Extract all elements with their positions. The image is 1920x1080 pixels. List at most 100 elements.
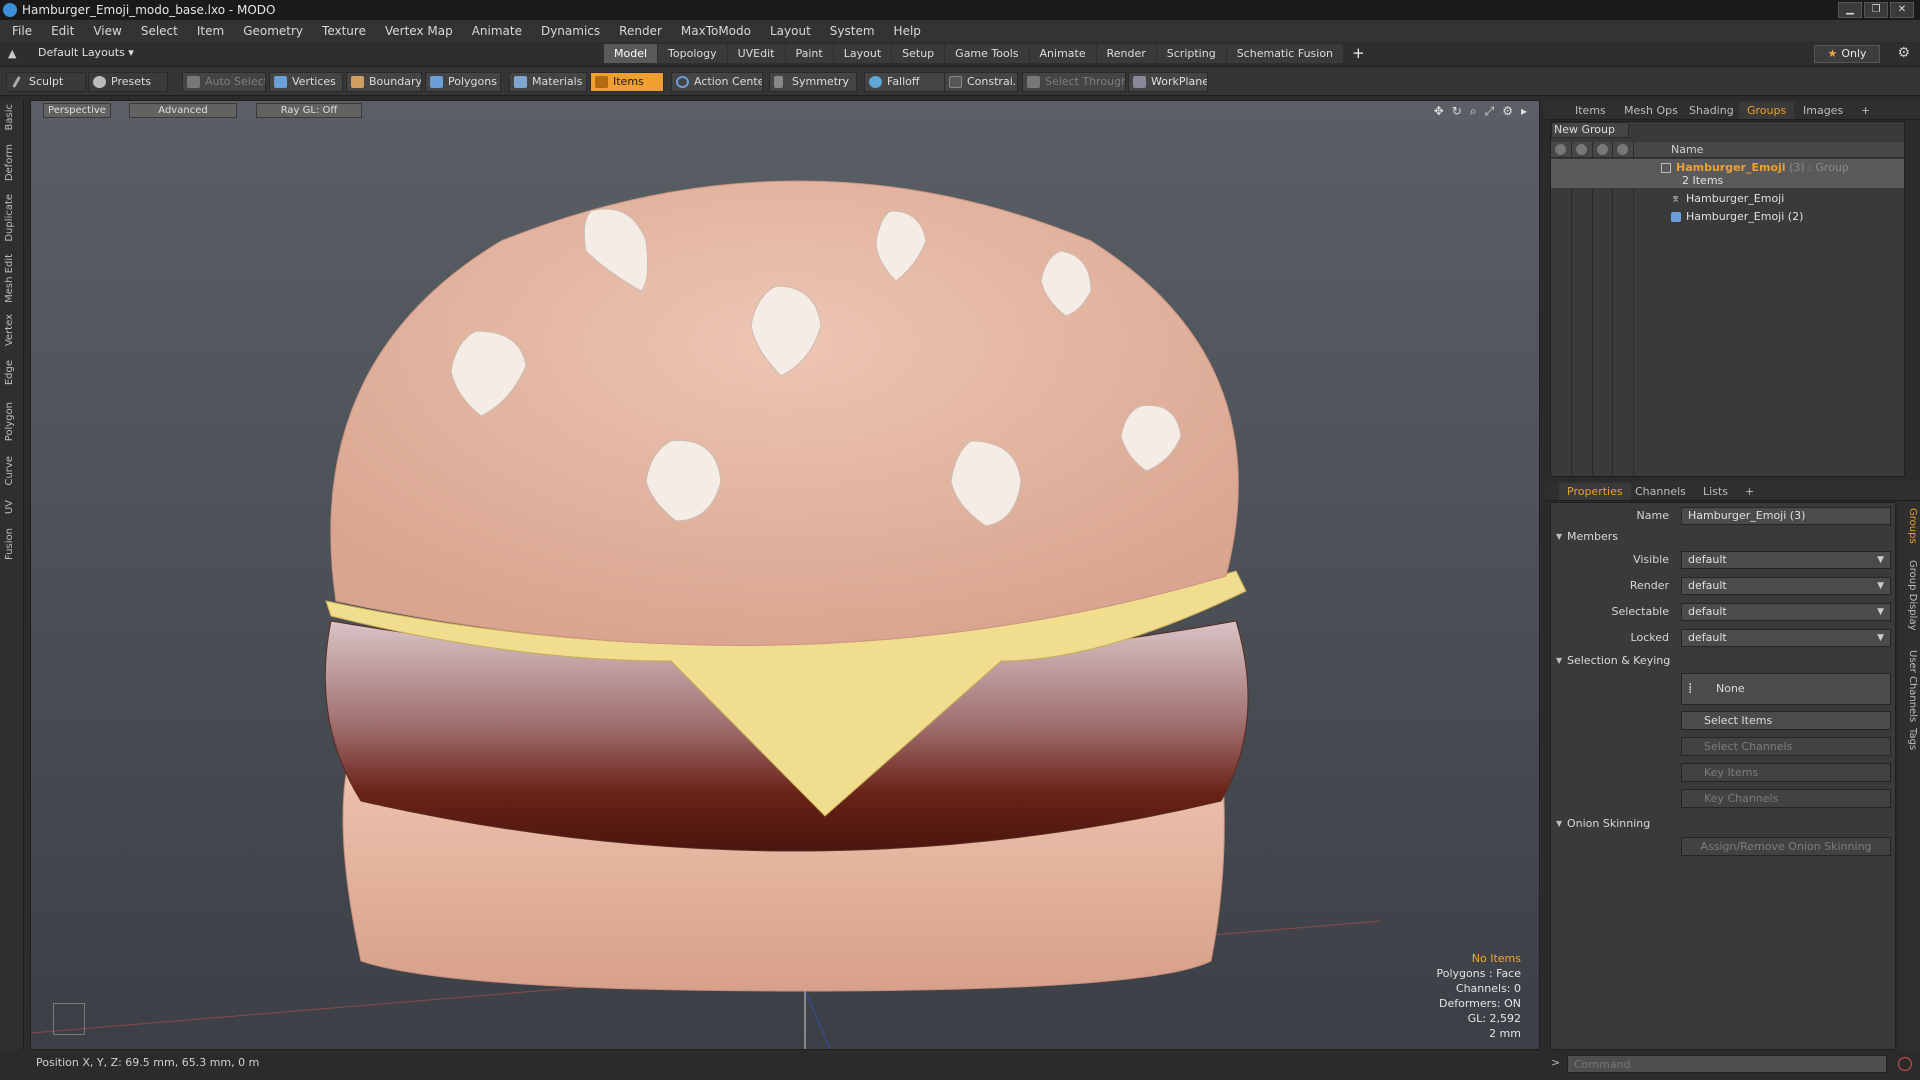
selection-keying-section[interactable]: ▼ Selection & Keying bbox=[1551, 652, 1895, 670]
tab-animate[interactable]: Animate bbox=[1029, 44, 1096, 63]
tab-setup[interactable]: Setup bbox=[892, 44, 945, 63]
tab-game-tools[interactable]: Game Tools bbox=[945, 44, 1029, 63]
side-tab-tags[interactable]: Tags bbox=[1902, 728, 1918, 750]
tab-images[interactable]: Images bbox=[1795, 102, 1851, 119]
zoom-icon[interactable]: ⌕ bbox=[1470, 104, 1477, 119]
menu-file[interactable]: File bbox=[12, 24, 32, 38]
side-tab-groups[interactable]: Groups bbox=[1902, 508, 1918, 544]
left-tab-edge[interactable]: Edge bbox=[4, 360, 20, 385]
maximize-icon[interactable]: ❐ bbox=[1864, 2, 1888, 18]
tab-layout[interactable]: Layout bbox=[833, 44, 892, 63]
materials-button[interactable]: Materials bbox=[509, 72, 587, 92]
menu-system[interactable]: System bbox=[830, 24, 875, 38]
boundary-button[interactable]: Boundary bbox=[346, 72, 422, 92]
add-tab-button[interactable]: + bbox=[1344, 44, 1373, 63]
symmetry-button[interactable]: Symmetry bbox=[769, 72, 857, 92]
render-dropdown[interactable]: default ▼ bbox=[1681, 577, 1891, 595]
select-channels-button[interactable]: Select Channels bbox=[1681, 737, 1891, 756]
vertices-button[interactable]: Vertices bbox=[269, 72, 343, 92]
left-tab-deform[interactable]: Deform bbox=[4, 144, 20, 181]
menu-help[interactable]: Help bbox=[894, 24, 921, 38]
advanced-button[interactable]: Advanced bbox=[129, 103, 237, 118]
pan-icon[interactable]: ✥ bbox=[1434, 104, 1444, 119]
menu-dynamics[interactable]: Dynamics bbox=[541, 24, 600, 38]
select-items-button[interactable]: Select Items bbox=[1681, 711, 1891, 730]
select-through-button[interactable]: Select Through bbox=[1022, 72, 1126, 92]
gear-icon[interactable]: ⚙ bbox=[1897, 45, 1910, 61]
close-icon[interactable]: ✕ bbox=[1890, 2, 1914, 18]
visible-dropdown[interactable]: default ▼ bbox=[1681, 551, 1891, 569]
left-tab-vertex[interactable]: Vertex bbox=[4, 314, 20, 346]
minimize-icon[interactable]: ▁ bbox=[1838, 2, 1862, 18]
items-button[interactable]: Items bbox=[590, 72, 664, 92]
auto-select-button[interactable]: Auto Select bbox=[182, 72, 266, 92]
sculpt-button[interactable]: Sculpt bbox=[6, 72, 86, 92]
list-item[interactable]: Hamburger_Emoji (2) bbox=[1551, 208, 1904, 226]
left-tab-mesh-edit[interactable]: Mesh Edit bbox=[4, 254, 20, 303]
left-tab-fusion[interactable]: Fusion bbox=[4, 528, 20, 560]
fit-icon[interactable]: ⤢ bbox=[1485, 104, 1495, 119]
tab-topology[interactable]: Topology bbox=[658, 44, 727, 63]
constraints-button[interactable]: Constrai... bbox=[944, 72, 1018, 92]
rotate-icon[interactable]: ↻ bbox=[1452, 104, 1462, 119]
add-properties-tab-icon[interactable]: + bbox=[1737, 483, 1762, 500]
tab-lists[interactable]: Lists bbox=[1695, 483, 1736, 500]
viewport-settings-icon[interactable]: ⚙ bbox=[1502, 104, 1513, 119]
menu-geometry[interactable]: Geometry bbox=[243, 24, 303, 38]
left-tab-uv[interactable]: UV bbox=[4, 500, 20, 514]
raygl-button[interactable]: Ray GL: Off bbox=[256, 103, 362, 118]
tab-properties[interactable]: Properties bbox=[1559, 483, 1631, 500]
tab-channels[interactable]: Channels bbox=[1627, 483, 1694, 500]
onion-skinning-button[interactable]: Assign/Remove Onion Skinning bbox=[1681, 837, 1891, 856]
falloff-button[interactable]: Falloff bbox=[864, 72, 946, 92]
onion-skinning-section[interactable]: ▼ Onion Skinning bbox=[1551, 815, 1895, 833]
tab-schematic-fusion[interactable]: Schematic Fusion bbox=[1226, 44, 1344, 63]
menu-view[interactable]: View bbox=[93, 24, 121, 38]
menu-edit[interactable]: Edit bbox=[51, 24, 74, 38]
menu-select[interactable]: Select bbox=[141, 24, 178, 38]
tab-scripting[interactable]: Scripting bbox=[1156, 44, 1226, 63]
presets-button[interactable]: Presets bbox=[88, 72, 168, 92]
side-tab-user-channels[interactable]: User Channels bbox=[1902, 650, 1918, 722]
selectable-dropdown[interactable]: default ▼ bbox=[1681, 603, 1891, 621]
menu-item[interactable]: Item bbox=[197, 24, 224, 38]
action-center-button[interactable]: Action Center bbox=[671, 72, 763, 92]
3d-viewport[interactable]: Perspective Advanced Ray GL: Off ✥ ↻ ⌕ ⤢… bbox=[30, 100, 1540, 1050]
command-input[interactable] bbox=[1567, 1055, 1887, 1073]
name-field[interactable]: Hamburger_Emoji (3) bbox=[1681, 507, 1891, 525]
polygons-button[interactable]: Polygons bbox=[425, 72, 501, 92]
menu-vertex-map[interactable]: Vertex Map bbox=[385, 24, 453, 38]
workplane-button[interactable]: WorkPlane bbox=[1128, 72, 1208, 92]
expand-arrow-icon[interactable]: ▸ bbox=[1521, 104, 1527, 119]
tab-shading[interactable]: Shading bbox=[1681, 102, 1742, 119]
layouts-dropdown[interactable]: Default Layouts ▾ bbox=[38, 46, 134, 59]
tab-render[interactable]: Render bbox=[1096, 44, 1156, 63]
side-tab-group-display[interactable]: Group Display bbox=[1902, 560, 1918, 630]
tab-items[interactable]: Items bbox=[1567, 102, 1614, 119]
menu-animate[interactable]: Animate bbox=[472, 24, 522, 38]
new-group-button[interactable]: New Group bbox=[1551, 122, 1629, 138]
tab-model[interactable]: Model bbox=[604, 44, 658, 63]
add-panel-tab-icon[interactable]: + bbox=[1853, 102, 1878, 119]
menu-maxtomodo[interactable]: MaxToModo bbox=[681, 24, 751, 38]
menu-texture[interactable]: Texture bbox=[322, 24, 366, 38]
tab-groups[interactable]: Groups bbox=[1739, 102, 1795, 119]
left-tab-polygon[interactable]: Polygon bbox=[4, 402, 20, 441]
tab-mesh-ops[interactable]: Mesh Ops bbox=[1616, 102, 1686, 119]
tab-uvedit[interactable]: UVEdit bbox=[727, 44, 785, 63]
key-channels-button[interactable]: Key Channels bbox=[1681, 789, 1891, 808]
tab-paint[interactable]: Paint bbox=[785, 44, 833, 63]
left-tab-curve[interactable]: Curve bbox=[4, 456, 20, 486]
list-item[interactable]: ⌆ Hamburger_Emoji bbox=[1551, 190, 1904, 208]
none-button[interactable]: ⁞ None bbox=[1681, 673, 1891, 705]
locked-dropdown[interactable]: default ▼ bbox=[1681, 629, 1891, 647]
left-tab-duplicate[interactable]: Duplicate bbox=[4, 194, 20, 242]
layout-arrow-icon[interactable]: ▲ bbox=[8, 48, 20, 60]
members-section[interactable]: ▼ Members bbox=[1551, 528, 1895, 546]
left-tab-basic[interactable]: Basic bbox=[4, 104, 20, 130]
only-button[interactable]: ★ Only bbox=[1814, 45, 1880, 63]
perspective-button[interactable]: Perspective bbox=[43, 103, 111, 118]
record-icon[interactable] bbox=[1898, 1057, 1912, 1071]
menu-render[interactable]: Render bbox=[619, 24, 662, 38]
key-items-button[interactable]: Key Items bbox=[1681, 763, 1891, 782]
